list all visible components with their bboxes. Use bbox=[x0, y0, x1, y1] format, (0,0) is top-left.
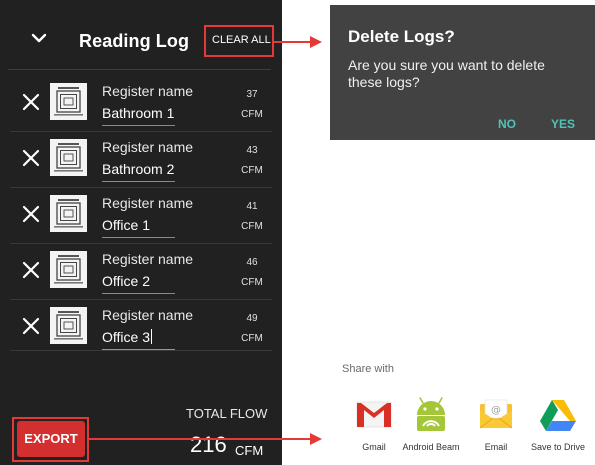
email-icon: @ bbox=[479, 399, 513, 429]
yes-button[interactable]: YES bbox=[551, 117, 575, 131]
share-item-label: Android Beam bbox=[402, 442, 460, 452]
flow-value: 46 bbox=[246, 257, 258, 268]
flow-value: 37 bbox=[246, 89, 258, 100]
export-highlight bbox=[12, 417, 89, 462]
dialog-title: Delete Logs? bbox=[348, 27, 455, 46]
log-row: Register name Office 1 41 CFM bbox=[0, 187, 282, 242]
register-name-input[interactable]: Office 1 bbox=[102, 217, 150, 233]
text-cursor bbox=[151, 329, 152, 344]
share-item-label: Email bbox=[484, 442, 508, 452]
delete-row-icon[interactable] bbox=[21, 148, 41, 168]
row-divider bbox=[10, 350, 272, 351]
register-thumbnail bbox=[50, 139, 87, 176]
flow-value: 49 bbox=[246, 313, 258, 324]
share-save-to-drive[interactable]: Save to Drive bbox=[523, 390, 593, 460]
register-thumbnail bbox=[50, 307, 87, 344]
input-underline bbox=[102, 293, 175, 294]
register-name-label: Register name bbox=[102, 195, 194, 211]
log-row: Register name Office 2 46 CFM bbox=[0, 243, 282, 298]
reading-log-screen: Reading Log CLEAR ALL Register name Bath… bbox=[0, 0, 282, 465]
total-flow-unit: CFM bbox=[235, 443, 264, 458]
delete-row-icon[interactable] bbox=[21, 204, 41, 224]
delete-row-icon[interactable] bbox=[21, 260, 41, 280]
flow-unit: CFM bbox=[241, 165, 263, 176]
flow-unit: CFM bbox=[241, 221, 263, 232]
flow-value: 41 bbox=[246, 201, 258, 212]
register-name-label: Register name bbox=[102, 139, 194, 155]
page-title: Reading Log bbox=[79, 31, 190, 51]
drive-icon bbox=[540, 400, 576, 431]
register-name-input[interactable]: Bathroom 1 bbox=[102, 105, 174, 121]
chevron-down-icon[interactable] bbox=[29, 28, 49, 48]
share-android-beam[interactable]: Android Beam bbox=[396, 390, 466, 460]
register-thumbnail bbox=[50, 195, 87, 232]
android-beam-icon bbox=[417, 397, 445, 431]
delete-row-icon[interactable] bbox=[21, 92, 41, 112]
clear-all-highlight bbox=[204, 25, 274, 57]
register-name-text: Office 3 bbox=[102, 329, 150, 345]
register-name-input-active[interactable]: Office 3 bbox=[102, 329, 152, 345]
input-underline bbox=[102, 237, 175, 238]
register-name-input[interactable]: Bathroom 2 bbox=[102, 161, 174, 177]
no-button[interactable]: NO bbox=[498, 117, 516, 131]
log-row: Register name Office 3 49 CFM bbox=[0, 299, 282, 354]
input-underline bbox=[102, 181, 175, 182]
gmail-icon bbox=[356, 401, 392, 428]
share-item-label: Save to Drive bbox=[530, 442, 586, 452]
divider bbox=[8, 69, 271, 70]
register-name-label: Register name bbox=[102, 307, 194, 323]
flow-unit: CFM bbox=[241, 277, 263, 288]
delete-row-icon[interactable] bbox=[21, 316, 41, 336]
svg-text:@: @ bbox=[491, 405, 501, 416]
flow-unit: CFM bbox=[241, 109, 263, 120]
register-thumbnail bbox=[50, 83, 87, 120]
flow-value: 43 bbox=[246, 145, 258, 156]
register-thumbnail bbox=[50, 251, 87, 288]
delete-logs-dialog: Delete Logs? Are you sure you want to de… bbox=[330, 5, 595, 140]
input-underline bbox=[102, 125, 175, 126]
total-flow-value: 216 bbox=[190, 432, 227, 457]
share-sheet-title: Share with bbox=[342, 363, 394, 375]
log-row: Register name Bathroom 1 37 CFM bbox=[0, 75, 282, 130]
total-flow-label: TOTAL FLOW bbox=[186, 406, 268, 421]
log-row: Register name Bathroom 2 43 CFM bbox=[0, 131, 282, 186]
flow-unit: CFM bbox=[241, 333, 263, 344]
register-name-input[interactable]: Office 2 bbox=[102, 273, 150, 289]
share-email[interactable]: @ Email bbox=[461, 390, 531, 460]
register-name-label: Register name bbox=[102, 251, 194, 267]
register-name-label: Register name bbox=[102, 83, 194, 99]
dialog-message: Are you sure you want to delete these lo… bbox=[348, 57, 545, 90]
